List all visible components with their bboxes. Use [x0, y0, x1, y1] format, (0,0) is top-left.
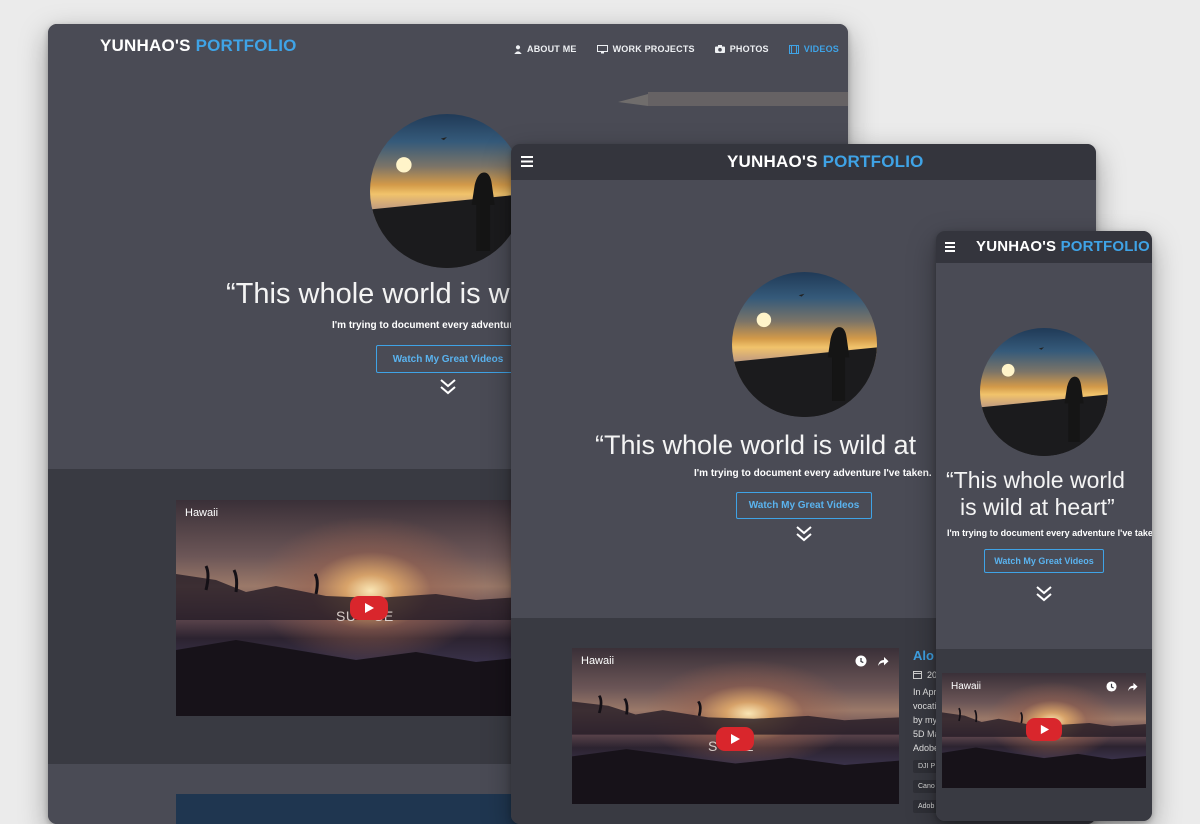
video-title: Hawaii [951, 681, 982, 692]
nav-label: PHOTOS [729, 44, 769, 54]
mobile-quote-line: is wild at heart” [960, 494, 1115, 520]
nav-label: VIDEOS [803, 44, 839, 54]
video-actions [1106, 681, 1138, 692]
tablet-brand[interactable]: YUNHAO'S PORTFOLIO [727, 152, 924, 172]
nav-photos[interactable]: PHOTOS [714, 44, 769, 54]
brand-accent: PORTFOLIO [1060, 238, 1150, 255]
video-heading[interactable]: Alo [913, 648, 934, 663]
description-line: In Apr [913, 687, 937, 697]
play-icon [365, 603, 374, 613]
mobile-cta-button[interactable]: Watch My Great Videos [984, 549, 1104, 573]
chevron-down-icon[interactable] [1034, 584, 1054, 604]
nav-work-projects[interactable]: WORK PROJECTS [596, 44, 695, 54]
camera-icon [714, 45, 725, 53]
video-title: Hawaii [581, 655, 615, 667]
desktop-cta-button[interactable]: Watch My Great Videos [376, 345, 520, 373]
mobile-video-player[interactable]: Hawaii [942, 673, 1146, 788]
clock-icon[interactable] [1106, 681, 1117, 692]
desktop-next-thumb [176, 794, 536, 824]
profile-avatar [370, 114, 524, 268]
video-actions [855, 655, 889, 667]
calendar-icon [913, 671, 922, 679]
play-button[interactable] [1026, 718, 1062, 741]
person-icon [514, 44, 522, 54]
profile-avatar [732, 272, 877, 417]
nav-label: ABOUT ME [527, 44, 577, 54]
tablet-subtitle: I'm trying to document every adventure I… [694, 468, 932, 479]
play-icon [731, 734, 740, 744]
desktop-video-player[interactable]: Hawaii SU SE [176, 500, 536, 716]
description-line: by my [913, 715, 938, 725]
desktop-quote: “This whole world is w [226, 278, 510, 310]
share-icon[interactable] [1127, 681, 1138, 692]
pencil-decoration [618, 92, 848, 106]
hamburger-menu-icon[interactable] [945, 242, 955, 252]
tablet-video-player[interactable]: Hawaii S E [572, 648, 899, 804]
nav-about-me[interactable]: ABOUT ME [514, 44, 577, 54]
profile-avatar [980, 328, 1108, 456]
video-title: Hawaii [185, 507, 219, 519]
desktop-subtitle: I'm trying to document every adventure [332, 320, 519, 331]
monitor-icon [596, 44, 608, 53]
desktop-nav: ABOUT ME WORK PROJECTS PHOTOS VIDEOS [514, 44, 839, 54]
nav-label: WORK PROJECTS [612, 44, 695, 54]
tablet-cta-button[interactable]: Watch My Great Videos [736, 492, 872, 519]
mobile-brand[interactable]: YUNHAO'S PORTFOLIO [976, 238, 1150, 255]
brand-prefix: YUNHAO'S [976, 238, 1057, 255]
hamburger-menu-icon[interactable] [521, 156, 533, 167]
chevron-down-icon[interactable] [794, 524, 814, 544]
brand-prefix: YUNHAO'S [100, 36, 191, 55]
brand-accent: PORTFOLIO [822, 152, 924, 171]
clock-icon[interactable] [855, 655, 867, 667]
chevron-down-icon[interactable] [438, 377, 458, 397]
mobile-subtitle: I'm trying to document every adventure I… [947, 528, 1152, 538]
play-button[interactable] [716, 727, 754, 751]
desktop-brand[interactable]: YUNHAO'S PORTFOLIO [100, 36, 297, 56]
play-button[interactable] [350, 596, 388, 620]
brand-prefix: YUNHAO'S [727, 152, 818, 171]
description-line: vocati [913, 701, 937, 711]
film-icon [788, 44, 799, 54]
mobile-preview: YUNHAO'S PORTFOLIO “This whole world is … [936, 231, 1152, 821]
nav-videos[interactable]: VIDEOS [788, 44, 839, 54]
share-icon[interactable] [877, 655, 889, 667]
tablet-quote: “This whole world is wild at [595, 430, 917, 460]
brand-accent: PORTFOLIO [195, 36, 297, 55]
mobile-quote-line: “This whole world [946, 467, 1125, 493]
play-icon [1040, 724, 1049, 735]
